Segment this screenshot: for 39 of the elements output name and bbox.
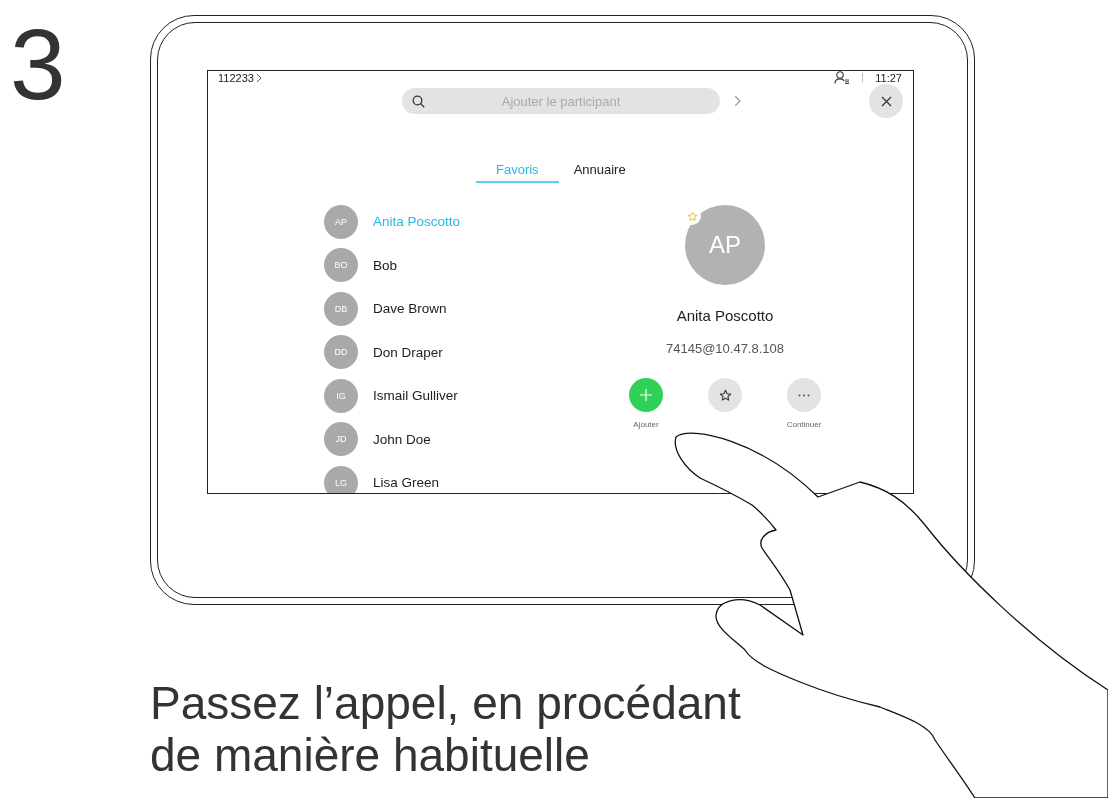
caption-text: de manière habituelle xyxy=(150,729,591,781)
action-label: Ajouter xyxy=(633,420,659,429)
contact-avatar[interactable]: IG xyxy=(324,378,358,413)
add-button[interactable] xyxy=(629,378,663,412)
tab[interactable]: Annuaire xyxy=(558,157,641,183)
contact-name[interactable]: Lisa Green xyxy=(373,475,440,491)
more-icon xyxy=(798,393,810,397)
user-icon[interactable] xyxy=(834,71,851,84)
clock-time: 11:27 xyxy=(875,71,902,84)
caption-text: Passez l’appel, en procédant xyxy=(150,677,742,729)
step-number: 3 xyxy=(9,7,67,122)
star-icon xyxy=(718,388,732,402)
contact-name[interactable]: Don Draper xyxy=(373,344,443,360)
contact-avatar[interactable]: BO xyxy=(324,248,358,283)
tab[interactable]: Favoris xyxy=(476,157,559,183)
contact-avatar[interactable]: LG xyxy=(324,465,358,493)
favorite-button[interactable] xyxy=(708,378,742,412)
plus-icon xyxy=(639,388,653,402)
chevron-icon xyxy=(734,95,742,107)
breadcrumb[interactable]: 112233 xyxy=(218,71,254,84)
action-label: Continuer xyxy=(786,420,822,429)
contact-name[interactable]: Bob xyxy=(373,257,398,273)
search-placeholder: Ajouter le participant xyxy=(500,93,622,109)
contact-avatar: AP xyxy=(685,205,765,285)
search-field[interactable]: Ajouter le participant xyxy=(402,88,720,114)
close-icon xyxy=(880,95,892,107)
contact-avatar[interactable]: JD xyxy=(324,422,358,457)
contact-name[interactable]: Anita Poscotto xyxy=(373,214,461,230)
contact-name: Anita Poscotto xyxy=(676,307,774,324)
chevron-icon xyxy=(255,72,262,83)
contact-avatar[interactable]: DB xyxy=(324,291,358,326)
contact-name[interactable]: Dave Brown xyxy=(373,301,447,317)
search-icon xyxy=(412,94,425,108)
close-button[interactable] xyxy=(869,84,903,118)
contact-name[interactable]: Ismail Gulliver xyxy=(373,388,458,404)
contact-name[interactable]: John Doe xyxy=(373,431,431,447)
contact-avatar[interactable]: DD xyxy=(324,335,358,370)
contact-address: 74145@10.47.8.108 xyxy=(666,341,784,356)
contact-avatar[interactable]: AP xyxy=(324,204,358,239)
